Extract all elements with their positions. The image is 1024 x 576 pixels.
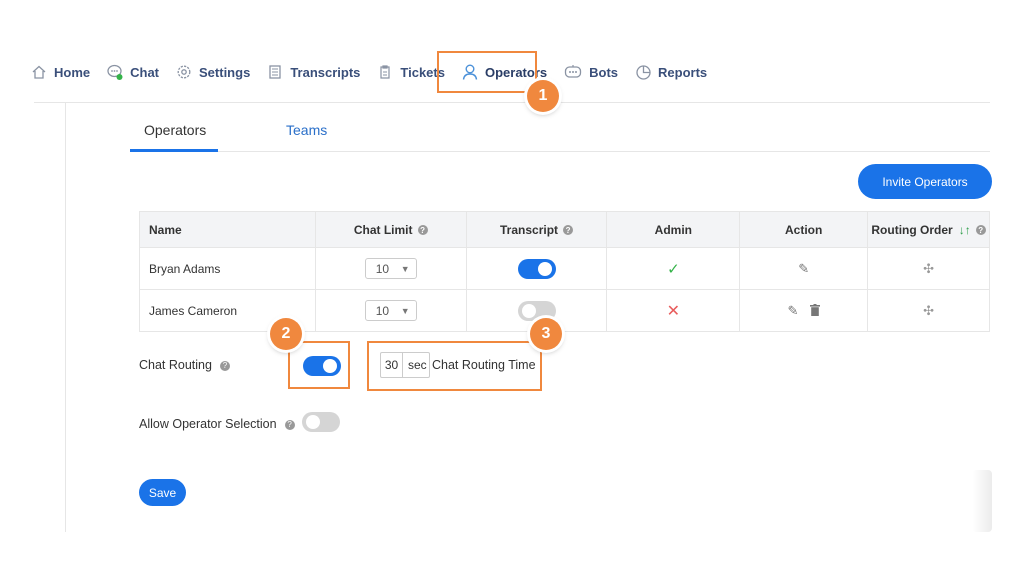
chat-limit-cell: 10 ▼ — [314, 247, 467, 290]
check-icon[interactable]: ✓ — [667, 261, 680, 278]
action-cell: ✎ — [739, 247, 869, 290]
ticket-icon — [376, 63, 394, 81]
operator-selection-toggle[interactable] — [302, 412, 340, 432]
tab-teams[interactable]: Teams — [286, 122, 327, 138]
nav-item-chat[interactable]: Chat — [106, 63, 159, 81]
bot-icon — [563, 63, 583, 81]
drag-handle-icon[interactable]: ✣ — [923, 303, 934, 318]
chat-icon — [106, 63, 124, 81]
header-admin: Admin — [606, 211, 741, 248]
annotation-badge-1: 1 — [527, 80, 559, 112]
cross-icon[interactable]: ✕ — [667, 303, 680, 320]
nav-item-bots[interactable]: Bots — [563, 63, 618, 81]
nav-item-tickets[interactable]: Tickets — [376, 63, 445, 81]
annotation-badge-3: 3 — [530, 318, 562, 350]
chat-limit-select[interactable]: 10 ▼ — [364, 300, 417, 321]
transcript-toggle[interactable] — [517, 258, 556, 279]
nav-item-reports[interactable]: Reports — [634, 63, 707, 81]
highlight-box-routing-time — [367, 341, 542, 391]
admin-cell: ✓ — [606, 247, 741, 290]
nav-label-bots: Bots — [589, 64, 619, 80]
chat-routing-label: Chat Routing? — [139, 358, 230, 372]
tab-operators[interactable]: Operators — [144, 122, 206, 138]
table-row: James Cameron 10 ▼ ✕ ✎ ✣ — [139, 289, 990, 332]
highlight-box-operators — [437, 51, 537, 93]
document-icon — [266, 63, 284, 81]
help-icon[interactable]: ? — [219, 360, 230, 371]
header-routing-order: Routing Order ↓↑? — [867, 211, 990, 248]
nav-item-transcripts[interactable]: Transcripts — [266, 63, 360, 81]
help-icon[interactable]: ? — [975, 225, 986, 235]
chat-limit-cell: 10 ▼ — [314, 289, 467, 332]
sort-icon[interactable]: ↓↑ — [959, 223, 971, 237]
help-icon[interactable]: ? — [417, 225, 428, 235]
nav-label-chat: Chat — [130, 64, 160, 80]
header-action: Action — [739, 211, 869, 248]
main-nav: Home Chat Settings Transcripts Tickets O… — [30, 58, 723, 86]
nav-item-settings[interactable]: Settings — [175, 63, 250, 81]
invite-operators-button[interactable]: Invite Operators — [858, 164, 992, 199]
pie-chart-icon — [634, 63, 652, 81]
floating-widget-shadow — [972, 470, 992, 532]
admin-cell: ✕ — [606, 289, 741, 332]
chevron-down-icon: ▼ — [400, 263, 410, 274]
obscured-description — [200, 143, 580, 150]
nav-label-settings: Settings — [199, 64, 251, 80]
transcript-cell — [465, 247, 608, 290]
save-button[interactable]: Save — [139, 479, 186, 506]
operators-table: Name Chat Limit? Transcript? Admin Actio… — [139, 211, 990, 332]
nav-divider — [34, 102, 990, 103]
edit-pencil-icon[interactable]: ✎ — [788, 303, 799, 318]
trash-icon[interactable] — [809, 303, 820, 318]
nav-label-transcripts: Transcripts — [290, 64, 361, 80]
action-cell: ✎ — [739, 289, 869, 332]
nav-label-home: Home — [54, 64, 91, 80]
chevron-down-icon: ▼ — [400, 305, 410, 316]
routing-order-cell: ✣ — [867, 289, 990, 332]
chat-limit-select[interactable]: 10 ▼ — [364, 258, 417, 279]
gear-icon — [175, 63, 193, 81]
nav-label-reports: Reports — [658, 64, 708, 80]
operator-name: Bryan Adams — [139, 247, 316, 290]
header-transcript: Transcript? — [465, 211, 608, 248]
annotation-badge-2: 2 — [270, 318, 302, 350]
help-icon[interactable]: ? — [563, 225, 574, 235]
table-header-row: Name Chat Limit? Transcript? Admin Actio… — [139, 211, 990, 248]
drag-handle-icon[interactable]: ✣ — [923, 261, 934, 276]
edit-pencil-icon[interactable]: ✎ — [798, 261, 809, 276]
table-row: Bryan Adams 10 ▼ ✓ ✎ ✣ — [139, 247, 990, 290]
help-icon[interactable]: ? — [284, 419, 295, 430]
routing-order-cell: ✣ — [867, 247, 990, 290]
highlight-box-chat-routing-toggle — [288, 341, 350, 389]
header-name: Name — [139, 211, 316, 248]
nav-item-home[interactable]: Home — [30, 63, 90, 81]
operator-selection-label: Allow Operator Selection? — [139, 417, 295, 431]
content-left-border — [65, 102, 66, 532]
home-icon — [30, 63, 48, 81]
header-chat-limit: Chat Limit? — [314, 211, 467, 248]
